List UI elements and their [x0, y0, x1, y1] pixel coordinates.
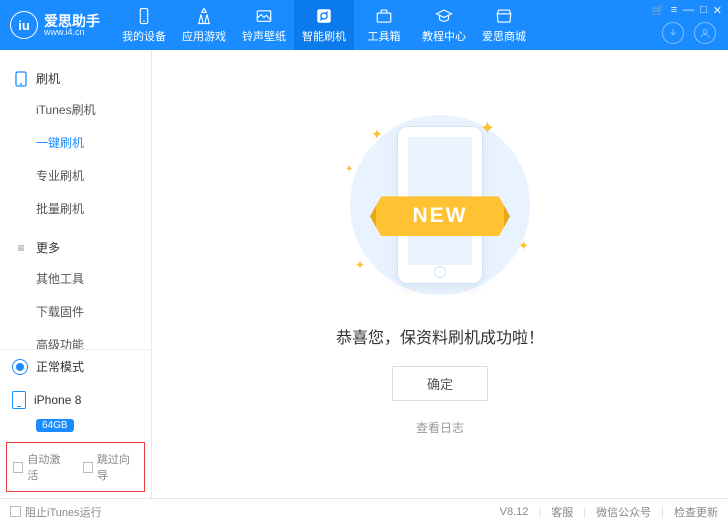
checkbox-block-itunes[interactable]: 阻止iTunes运行	[10, 504, 102, 520]
graduation-icon	[435, 7, 453, 25]
main-content: ✦ ✦ ✦ ✦ ✦ NEW 恭喜您，保资料刷机成功啦！ 确定 查看日志	[152, 50, 728, 498]
footer-link-support[interactable]: 客服	[551, 504, 573, 520]
tab-flash[interactable]: 智能刷机	[294, 0, 354, 50]
checkbox-auto-activate[interactable]: 自动激活	[13, 451, 69, 483]
menu-icon[interactable]: ≡	[671, 4, 677, 17]
footer: 阻止iTunes运行 V8.12 | 客服 | 微信公众号 | 检查更新	[0, 498, 728, 524]
sidebar-item-batch[interactable]: 批量刷机	[0, 192, 151, 225]
header: iu 爱思助手 www.i4.cn 我的设备 应用游戏 铃声壁纸 智能刷机 工具…	[0, 0, 728, 50]
brand-name: 爱思助手	[44, 14, 100, 28]
sidebar-item-other-tools[interactable]: 其他工具	[0, 262, 151, 295]
new-ribbon: NEW	[370, 196, 510, 236]
tab-toolbox[interactable]: 工具箱	[354, 0, 414, 50]
phone-icon	[14, 72, 28, 86]
success-message: 恭喜您，保资料刷机成功啦！	[336, 324, 544, 348]
nav-tabs: 我的设备 应用游戏 铃声壁纸 智能刷机 工具箱 教程中心 爱思商城	[114, 0, 534, 50]
tab-my-device[interactable]: 我的设备	[114, 0, 174, 50]
user-button[interactable]	[694, 22, 716, 44]
store-icon	[495, 7, 513, 25]
apps-icon	[195, 7, 213, 25]
brand-url: www.i4.cn	[44, 28, 100, 37]
sidebar-item-pro[interactable]: 专业刷机	[0, 159, 151, 192]
minimize-button[interactable]: —	[683, 4, 694, 17]
close-button[interactable]: ✕	[713, 4, 722, 17]
sidebar-group-flash[interactable]: 刷机	[0, 64, 151, 93]
checkbox-skip-wizard[interactable]: 跳过向导	[83, 451, 139, 483]
image-icon	[255, 7, 273, 25]
cart-icon[interactable]: 🛒	[651, 4, 665, 17]
sidebar-item-download-fw[interactable]: 下载固件	[0, 295, 151, 328]
tab-apps[interactable]: 应用游戏	[174, 0, 234, 50]
logo-icon: iu	[10, 11, 38, 39]
version-label: V8.12	[500, 506, 529, 518]
success-illustration: ✦ ✦ ✦ ✦ ✦ NEW	[335, 110, 545, 300]
device-icon	[12, 391, 26, 409]
view-log-link[interactable]: 查看日志	[416, 419, 464, 436]
ok-button[interactable]: 确定	[392, 366, 488, 401]
device-row[interactable]: iPhone 8	[0, 383, 151, 417]
footer-link-update[interactable]: 检查更新	[674, 504, 718, 520]
sidebar-item-itunes[interactable]: iTunes刷机	[0, 93, 151, 126]
refresh-icon	[315, 7, 333, 25]
download-button[interactable]	[662, 22, 684, 44]
list-icon: ≡	[14, 241, 28, 255]
footer-link-wechat[interactable]: 微信公众号	[596, 504, 651, 520]
window-controls: 🛒 ≡ — □ ✕	[651, 4, 722, 17]
storage-badge: 64GB	[36, 419, 74, 432]
sidebar-item-advanced[interactable]: 高级功能	[0, 328, 151, 349]
mode-indicator-icon	[12, 359, 28, 375]
logo[interactable]: iu 爱思助手 www.i4.cn	[0, 0, 114, 50]
tab-store[interactable]: 爱思商城	[474, 0, 534, 50]
sidebar-group-more[interactable]: ≡ 更多	[0, 233, 151, 262]
sidebar: 刷机 iTunes刷机 一键刷机 专业刷机 批量刷机 ≡ 更多 其他工具 下载固…	[0, 50, 152, 498]
device-icon	[135, 7, 153, 25]
toolbox-icon	[375, 7, 393, 25]
tab-tutorials[interactable]: 教程中心	[414, 0, 474, 50]
options-highlight-box: 自动激活 跳过向导	[6, 442, 145, 492]
tab-ringtones[interactable]: 铃声壁纸	[234, 0, 294, 50]
maximize-button[interactable]: □	[700, 4, 707, 17]
sidebar-item-oneclick[interactable]: 一键刷机	[0, 126, 151, 159]
mode-row[interactable]: 正常模式	[0, 350, 151, 383]
